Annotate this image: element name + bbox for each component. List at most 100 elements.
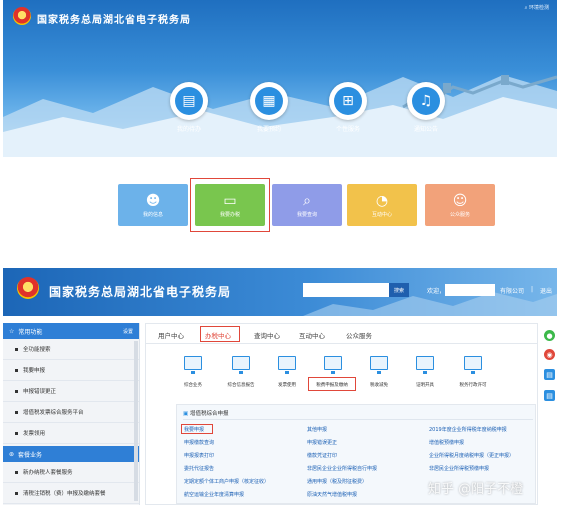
search-doc-icon: ⌕ bbox=[303, 192, 311, 209]
sidebar: ☆ 常用功能 设置 全功能搜索 我要申报 申报错误更正 增值税发票综合服务平台 … bbox=[3, 323, 140, 505]
link-entrusted[interactable]: 委托代征报告 bbox=[184, 465, 214, 472]
tab-interaction-center[interactable]: 互动中心 bbox=[299, 330, 325, 340]
app-admin-permit[interactable] bbox=[464, 356, 482, 374]
circle-todo[interactable]: ▤ bbox=[170, 82, 208, 120]
tab-query-center[interactable]: 查询中心 bbox=[254, 330, 280, 340]
home-banner: 国家税务总局湖北省电子税务局 ⌕ 环境检测 ▤ 我的待办 ▦ 我要预约 ⊞ 个性… bbox=[3, 0, 557, 157]
link-nonresident-prepay[interactable]: 非居民企业所得税预缴申报 bbox=[429, 465, 489, 472]
circle-appointment[interactable]: ▦ bbox=[250, 82, 288, 120]
wechat-icon[interactable]: ● bbox=[544, 330, 555, 341]
monitor-icon bbox=[184, 356, 202, 374]
sidebar-item-deregister[interactable]: 清税注销税（费）申报及缴纳套餐 bbox=[3, 483, 139, 504]
link-annual-cit[interactable]: 2019年度企业所得税年度纳税申报 bbox=[429, 426, 507, 433]
circle-label-notice: 通知公告 bbox=[413, 126, 438, 133]
sidebar-item-new-taxpayer[interactable]: 新办纳税人套餐服务 bbox=[3, 462, 139, 483]
logout-link[interactable]: 退出 bbox=[540, 286, 552, 295]
tile-public-service[interactable]: ☺ 公众服务 bbox=[425, 184, 495, 226]
link-vat-prepay[interactable]: 增值税预缴申报 bbox=[429, 439, 464, 446]
link-general-declare[interactable]: 通用申报（税及附征税费） bbox=[307, 478, 367, 485]
app-general-business[interactable] bbox=[184, 356, 202, 374]
bullet-icon bbox=[15, 368, 18, 372]
link-correction[interactable]: 申报错误更正 bbox=[307, 439, 337, 446]
portal-header: 国家税务总局湖北省电子税务局 搜索 欢迎， 有限公司 | 退出 bbox=[3, 268, 557, 316]
search-input[interactable] bbox=[303, 283, 389, 297]
link-declare[interactable]: 我要申报 bbox=[184, 426, 204, 433]
app-invoice[interactable] bbox=[278, 356, 296, 374]
tab-user-center[interactable]: 用户中心 bbox=[158, 330, 184, 340]
bullet-icon bbox=[15, 389, 18, 393]
sidebar-item-correct[interactable]: 申报错误更正 bbox=[3, 381, 139, 402]
tile-query[interactable]: ⌕ 我要查询 bbox=[272, 184, 342, 226]
tax-emblem-logo bbox=[13, 7, 31, 25]
sidebar-section-package[interactable]: ⊛ 套餐业务 bbox=[3, 446, 139, 462]
user-icon: ☻ bbox=[145, 192, 161, 209]
circle-label-todo: 我的待办 bbox=[176, 126, 201, 133]
service-icon: ☺ bbox=[452, 192, 468, 209]
app-tax-relief[interactable] bbox=[370, 356, 388, 374]
monitor-icon bbox=[232, 356, 250, 374]
app-label-declaration: 税费申报及缴纳 bbox=[316, 383, 348, 388]
monitor-icon bbox=[464, 356, 482, 374]
chat-icon: ◔ bbox=[375, 192, 389, 209]
bell-icon: ♫ bbox=[412, 87, 440, 115]
app-label-invoice: 发票使用 bbox=[278, 383, 296, 388]
sidebar-item-invoice-platform[interactable]: 增值税发票综合服务平台 bbox=[3, 402, 139, 423]
bullet-icon bbox=[15, 491, 18, 495]
sidebar-scrollbar[interactable] bbox=[134, 341, 138, 501]
subpanel-divider bbox=[183, 419, 533, 420]
company-name: 有限公司 bbox=[500, 288, 525, 295]
app-tax-declaration[interactable] bbox=[324, 356, 342, 374]
app-label-relief: 税收减免 bbox=[370, 383, 388, 388]
app-label-info: 综合信息报告 bbox=[227, 383, 255, 388]
print-icon[interactable]: ▤ bbox=[544, 369, 555, 380]
sidebar-item-invoice-use[interactable]: 发票领用 bbox=[3, 423, 139, 444]
link-voucher-print[interactable]: 缴款凭证打印 bbox=[307, 452, 337, 459]
link-fixed-quota[interactable]: 定期定额个体工商户申报（核定征收） bbox=[184, 478, 269, 485]
todo-doc-icon: ▤ bbox=[175, 87, 203, 115]
circle-personal[interactable]: ⊞ bbox=[329, 82, 367, 120]
bullet-icon bbox=[15, 347, 18, 351]
circle-notice[interactable]: ♫ bbox=[407, 82, 445, 120]
env-check-link[interactable]: ⌕ 环境检测 bbox=[525, 4, 549, 11]
bullet-icon bbox=[15, 470, 18, 474]
sidebar-section-common[interactable]: ☆ 常用功能 设置 bbox=[3, 323, 139, 339]
monitor-icon bbox=[324, 356, 342, 374]
link-other-declare[interactable]: 其他申报 bbox=[307, 426, 327, 433]
bullet-icon bbox=[15, 410, 18, 414]
tile-my-info[interactable]: ☻ 我的信息 bbox=[118, 184, 188, 226]
tile-interaction[interactable]: ◔ 互动中心 bbox=[347, 184, 417, 226]
monitor-icon bbox=[370, 356, 388, 374]
monitor-icon bbox=[278, 356, 296, 374]
magnifier-icon: ⌕ bbox=[524, 5, 528, 11]
link-print-report[interactable]: 申报报表打印 bbox=[184, 452, 214, 459]
sidebar-item-declare[interactable]: 我要申报 bbox=[3, 360, 139, 381]
search-button[interactable]: 搜索 bbox=[389, 283, 409, 297]
weibo-icon[interactable]: ◉ bbox=[544, 349, 555, 360]
bullet-icon bbox=[15, 431, 18, 435]
tile-do-tax[interactable]: ▭ 我要办税 bbox=[195, 184, 265, 226]
tab-tax-center[interactable]: 办税中心 bbox=[205, 330, 231, 340]
header-separator: | bbox=[531, 286, 534, 293]
app-label-certificate: 证明开具 bbox=[416, 383, 434, 388]
calendar-icon: ▦ bbox=[255, 87, 283, 115]
subpanel-title: ▣ 增值税综合申报 bbox=[183, 411, 229, 417]
tab-public-service[interactable]: 公众服务 bbox=[346, 330, 372, 340]
sidebar-settings-link[interactable]: 设置 bbox=[123, 328, 133, 335]
portal-title: 国家税务总局湖北省电子税务局 bbox=[49, 285, 232, 299]
link-monthly-cit[interactable]: 企业所得税月度纳税申报（更正申报） bbox=[429, 452, 514, 459]
link-crude-oil[interactable]: 原油天然气增值税申报 bbox=[307, 491, 357, 498]
tax-emblem-logo-2 bbox=[17, 277, 39, 299]
link-aviation[interactable]: 航空运输企业年度清算申报 bbox=[184, 491, 244, 498]
package-icon: ⊛ bbox=[9, 450, 15, 458]
circle-label-appointment: 我要预约 bbox=[256, 126, 281, 133]
link-nonresident[interactable]: 非居民企业企业所得税自行申报 bbox=[307, 465, 377, 472]
circle-label-personal: 个性服务 bbox=[335, 126, 360, 133]
app-info-report[interactable] bbox=[232, 356, 250, 374]
link-payment-query[interactable]: 申报缴款查询 bbox=[184, 439, 214, 446]
printer-icon[interactable]: ▤ bbox=[544, 390, 555, 401]
user-name-field bbox=[445, 284, 495, 296]
sidebar-item-search[interactable]: 全功能搜索 bbox=[3, 339, 139, 360]
site-title: 国家税务总局湖北省电子税务局 bbox=[37, 15, 191, 26]
welcome-text: 欢迎， bbox=[427, 288, 446, 295]
app-certificate[interactable] bbox=[416, 356, 434, 374]
